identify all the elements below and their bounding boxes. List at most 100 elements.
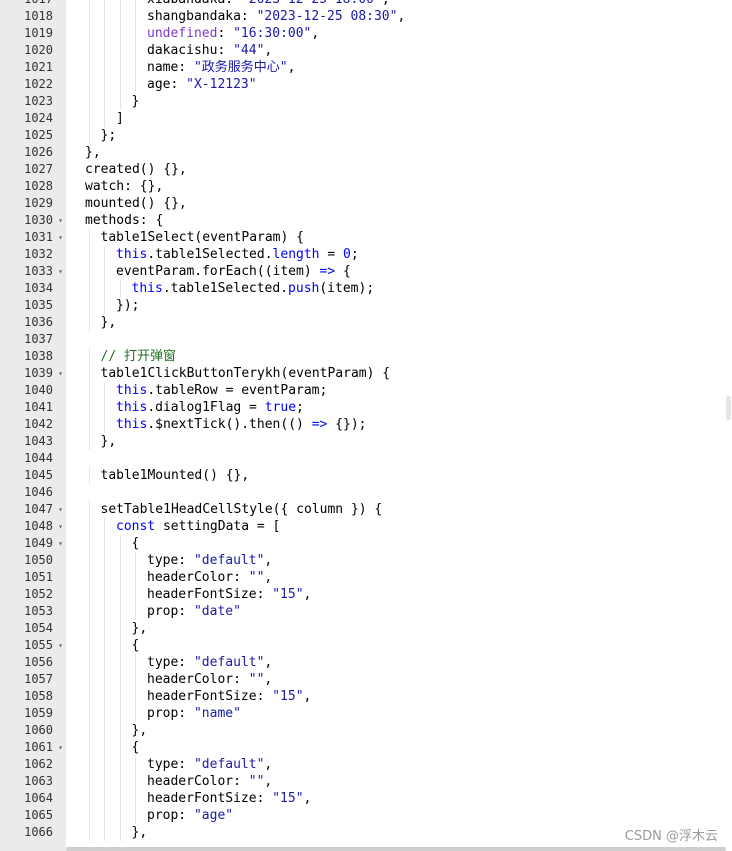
code-line: headerColor: "", [147, 773, 272, 790]
code-token: "default" [193, 655, 265, 670]
code-token: const [116, 519, 156, 534]
code-line: age: "X-12123" [147, 76, 257, 93]
code-token: 0 [343, 247, 351, 262]
caret-down-icon[interactable]: ▾ [58, 535, 63, 552]
indent-guide [88, 824, 90, 841]
line-number: 1024 [0, 110, 66, 127]
code-token: "X-12123" [186, 77, 257, 92]
indent-guide [104, 42, 105, 59]
indent-guide [88, 518, 90, 535]
caret-down-icon[interactable]: ▾ [58, 637, 63, 654]
indent-guide [119, 280, 121, 297]
line-number-text: 1038 [24, 349, 53, 363]
code-token: "date" [193, 604, 241, 619]
indent-guide [88, 246, 90, 263]
indent-guide [104, 399, 105, 416]
code-editor[interactable]: 10171018 1019 1020 1021 1022 1023 1024 1025 1026… [0, 0, 732, 851]
indent-guide [119, 603, 121, 620]
line-number: 1041 [0, 399, 66, 416]
line-number: 1017 [0, 0, 66, 8]
indent-guide [104, 76, 105, 93]
code-token: this [116, 247, 148, 262]
indent-guide [88, 722, 90, 739]
caret-down-icon[interactable]: ▾ [58, 501, 63, 518]
indent-guide [88, 501, 90, 518]
indent-guide [104, 722, 105, 739]
code-token: xiabandaka: [147, 0, 241, 7]
code-token: length [272, 247, 320, 262]
indent-guide [88, 280, 90, 297]
code-line: table1ClickButtonTerykh(eventParam) { [101, 365, 391, 382]
line-number: 1043 [0, 433, 66, 450]
indent-guide [88, 0, 90, 8]
code-token: .tableRow = eventParam; [147, 383, 328, 398]
line-number-text: 1031 [24, 230, 53, 244]
code-token: ; [350, 247, 359, 262]
code-token: , [264, 757, 273, 772]
caret-down-icon[interactable]: ▾ [58, 229, 63, 246]
line-number: 1029 [0, 195, 66, 212]
code-token: "name" [193, 706, 241, 721]
code-token: }, [100, 315, 117, 330]
line-number: 1021 [0, 59, 66, 76]
code-token: prop: [147, 808, 194, 823]
indent-guide [119, 42, 121, 59]
indent-guide [119, 773, 121, 790]
indent-guide [88, 314, 90, 331]
line-number-text: 1052 [24, 587, 53, 601]
line-number-text: 1054 [24, 621, 53, 635]
indent-guide [119, 552, 121, 569]
line-number: 1046 [0, 484, 66, 501]
indent-guide [104, 416, 105, 433]
line-number: 1057 [0, 671, 66, 688]
vertical-scrollbar-thumb[interactable] [726, 396, 731, 420]
line-number: 1032 [0, 246, 66, 263]
code-line: setTable1HeadCellStyle({ column }) { [101, 501, 383, 518]
caret-down-icon[interactable]: ▾ [58, 365, 63, 382]
indent-guide [119, 824, 121, 841]
horizontal-scrollbar[interactable] [66, 847, 726, 851]
code-line: shangbandaka: "2023-12-25 08:30", [147, 8, 405, 25]
code-area[interactable]: xiabandaka: "2023-12-25 18:00",shangband… [72, 0, 720, 851]
code-token: {}); [327, 417, 367, 432]
code-line: prop: "age" [147, 807, 233, 824]
caret-down-icon[interactable]: ▾ [58, 739, 63, 756]
code-token: } [131, 94, 140, 109]
code-line: const settingData = [ [116, 518, 280, 535]
code-token: "16:30:00" [233, 26, 312, 41]
indent-guide [119, 59, 121, 76]
code-token: type: [147, 655, 194, 670]
indent-guide [135, 59, 136, 76]
indent-guide [135, 688, 136, 705]
line-number-text: 1045 [24, 468, 53, 482]
line-number: 1031 ▾ [0, 229, 66, 246]
indent-guide [88, 348, 90, 365]
code-token: this [116, 400, 148, 415]
caret-down-icon[interactable]: ▾ [58, 518, 63, 535]
code-token: this [116, 417, 148, 432]
indent-guide [104, 671, 105, 688]
indent-guide [88, 467, 90, 484]
indent-guide [88, 42, 90, 59]
line-number-text: 1024 [24, 111, 53, 125]
line-number-text: 1037 [24, 332, 53, 346]
code-token: }; [100, 128, 117, 143]
line-number: 1051 [0, 569, 66, 586]
code-line: type: "default", [147, 756, 272, 773]
caret-down-icon[interactable]: ▾ [58, 212, 63, 229]
indent-guide [104, 790, 105, 807]
indent-guide [104, 280, 105, 297]
code-token: headerColor: [147, 774, 249, 789]
code-token: push [288, 281, 320, 296]
code-token: }, [131, 825, 148, 840]
code-line: type: "default", [147, 552, 272, 569]
indent-guide [88, 263, 90, 280]
code-line: }, [132, 722, 148, 739]
indent-guide [119, 688, 121, 705]
indent-guide [88, 773, 90, 790]
caret-down-icon[interactable]: ▾ [58, 263, 63, 280]
indent-guide [104, 263, 105, 280]
code-token: headerFontSize: [147, 791, 273, 806]
indent-guide [88, 756, 90, 773]
code-line: type: "default", [147, 654, 272, 671]
